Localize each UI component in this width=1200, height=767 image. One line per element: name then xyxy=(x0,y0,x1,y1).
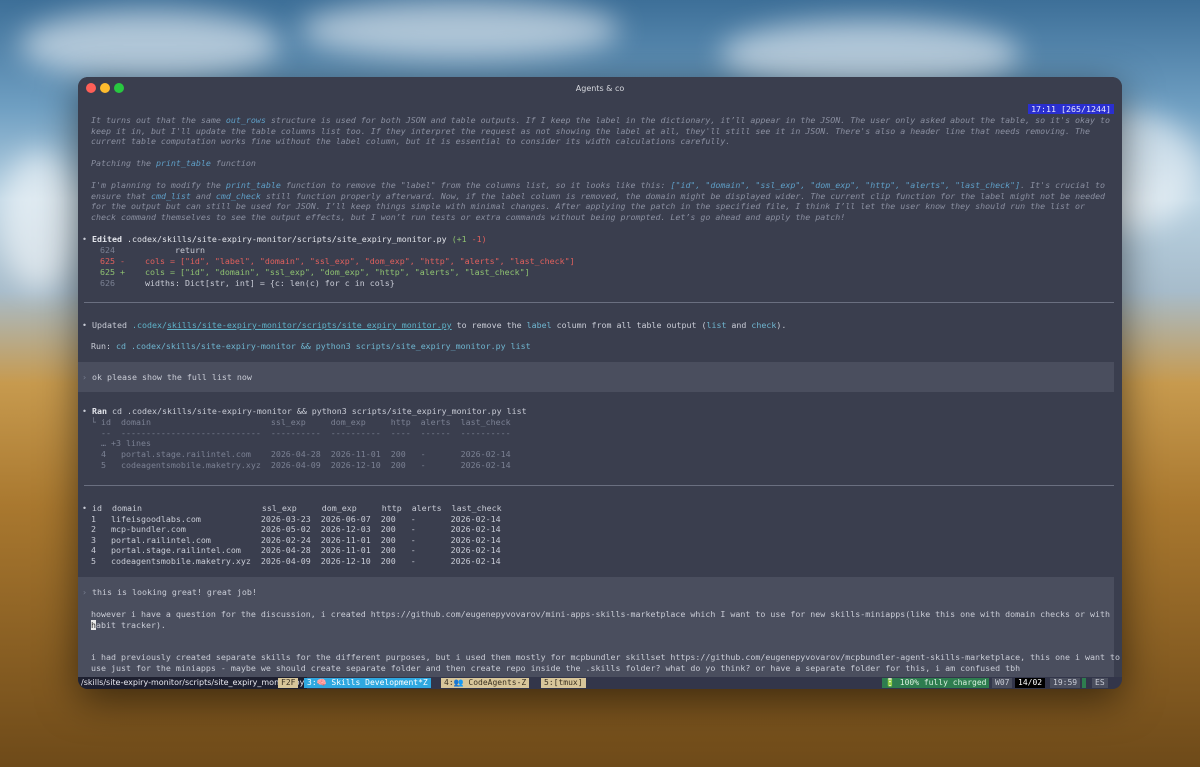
command-output-line: 5 codeagentsmobile.maketry.xyz 2026-04-0… xyxy=(91,460,511,470)
zoom-button[interactable] xyxy=(114,83,124,93)
status-segment-f2f: F2F xyxy=(278,678,299,688)
title-bar: Agents & co xyxy=(78,77,1122,99)
tmux-tab-4[interactable]: 4:👥 CodeAgents-Z xyxy=(441,678,530,688)
diff-line: 626 widths: Dict[str, int] = {c: len(c) … xyxy=(100,278,395,288)
status-dot-icon xyxy=(1082,678,1086,688)
assistant-message: • Updated .codex/skills/site-expiry-moni… xyxy=(82,320,787,330)
table-row: 5 codeagentsmobile.maketry.xyz 2026-04-0… xyxy=(91,556,501,566)
language-indicator: ES xyxy=(1092,678,1108,688)
user-prompt: › ok please show the full list now xyxy=(78,362,1114,392)
edit-summary: • Edited .codex/skills/site-expiry-monit… xyxy=(82,234,487,244)
week-indicator: W07 xyxy=(992,678,1013,688)
table-header: • id domain ssl_exp dom_exp http alerts … xyxy=(82,503,502,513)
prompt-line: habit tracker). xyxy=(91,620,166,630)
prompt-line: i had previously created separate skills… xyxy=(91,652,1121,662)
prompt-line: › this is looking great! great job! xyxy=(82,587,257,597)
time-indicator: 19:59 xyxy=(1050,678,1081,688)
window-title: Agents & co xyxy=(575,83,625,93)
thinking-paragraph: It turns out that the same out_rows stru… xyxy=(91,115,1116,147)
ran-command: • Ran cd .codex/skills/site-expiry-monit… xyxy=(82,406,527,416)
background-cloud xyxy=(0,150,80,290)
table-row: 3 portal.railintel.com 2026-02-24 2026-1… xyxy=(91,535,501,545)
divider xyxy=(84,485,1114,486)
command-output-line: └ id domain ssl_exp dom_exp http alerts … xyxy=(91,417,511,427)
thinking-paragraph: I'm planning to modify the print_table f… xyxy=(91,180,1111,222)
command-output-line: 4 portal.stage.railintel.com 2026-04-28 … xyxy=(91,449,511,459)
table-row: 1 lifeisgoodlabs.com 2026-03-23 2026-06-… xyxy=(91,514,501,524)
tmux-tab-3[interactable]: 3:🧠 Skills Development*Z xyxy=(304,678,431,688)
clock-indicator: 17:11 [265/1244] xyxy=(1028,104,1114,114)
background-cloud xyxy=(300,0,620,60)
close-button[interactable] xyxy=(86,83,96,93)
diff-line-added: 625 + cols = ["id", "domain", "ssl_exp",… xyxy=(100,267,530,277)
diff-line: 624 return xyxy=(100,245,205,255)
prompt-input[interactable]: › this is looking great! great job! howe… xyxy=(78,577,1120,677)
terminal-content[interactable]: 17:11 [265/1244] It turns out that the s… xyxy=(78,99,1122,689)
diff-line-removed: 625 - cols = ["id", "label", "domain", "… xyxy=(100,256,575,266)
divider xyxy=(84,302,1114,303)
tmux-status-bar: /skills/site-expiry-monitor/scripts/site… xyxy=(78,677,1122,689)
prompt-line: use just for the miniapps - maybe we sho… xyxy=(91,663,1021,673)
command-output-line: -- ---------------------------- --------… xyxy=(91,428,511,438)
path-tooltip: /skills/site-expiry-monitor/scripts/site… xyxy=(78,677,308,689)
table-row: 4 portal.stage.railintel.com 2026-04-28 … xyxy=(91,545,501,555)
terminal-window: Agents & co 17:11 [265/1244] It turns ou… xyxy=(78,77,1122,689)
command-output-line: … +3 lines xyxy=(91,438,151,448)
table-row: 2 mcp-bundler.com 2026-05-02 2026-12-03 … xyxy=(91,524,501,534)
prompt-line: however i have a question for the discus… xyxy=(91,609,1111,619)
battery-status: 🔋 100% fully charged xyxy=(882,678,990,688)
run-instruction: Run: cd .codex/skills/site-expiry-monito… xyxy=(91,341,531,351)
background-cloud xyxy=(20,10,280,80)
thinking-heading: Patching the print_table function xyxy=(91,158,256,168)
date-indicator: 14/02 xyxy=(1015,678,1046,688)
minimize-button[interactable] xyxy=(100,83,110,93)
tmux-tab-5[interactable]: 5:[tmux] xyxy=(541,678,586,688)
